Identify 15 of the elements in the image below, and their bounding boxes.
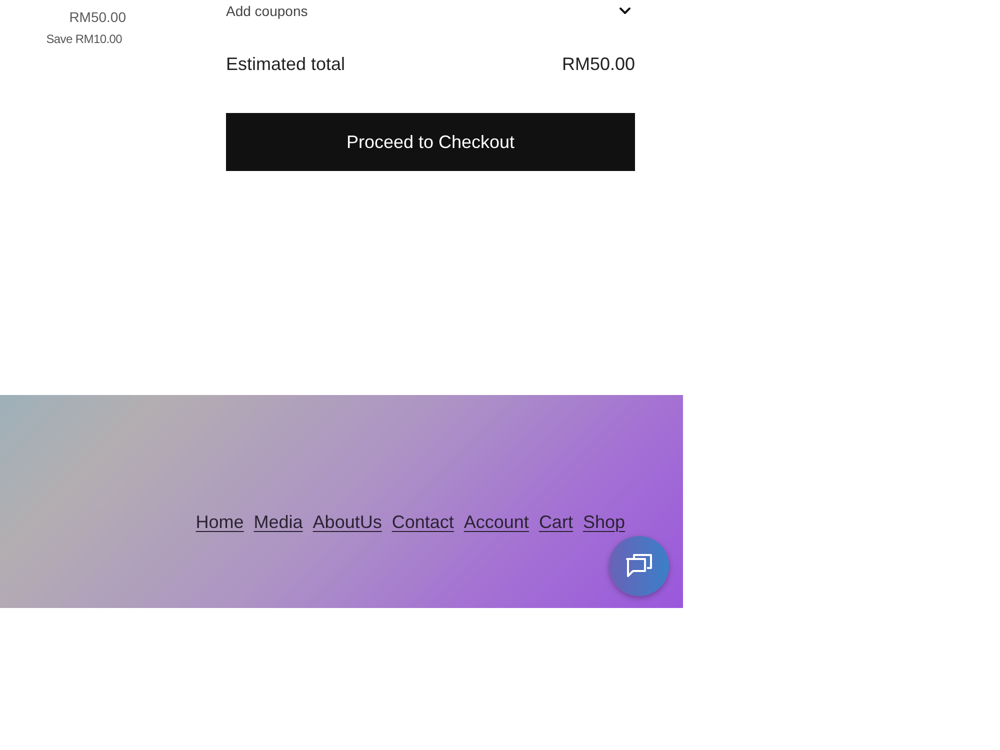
checkout-button[interactable]: Proceed to Checkout — [226, 113, 635, 171]
chat-bubbles-icon — [625, 553, 653, 579]
item-price: RM50.00 — [69, 8, 126, 27]
footer-link[interactable]: Media — [254, 510, 303, 534]
footer-link[interactable]: Contact — [392, 510, 454, 534]
savings-text: Save RM10.00 — [46, 31, 122, 47]
footer-link[interactable]: Cart — [538, 510, 573, 534]
footer-link[interactable]: Shop — [582, 510, 625, 534]
add-coupons-toggle[interactable]: Add coupons — [226, 0, 635, 22]
footer-link[interactable]: Home — [196, 510, 244, 534]
footer-link[interactable]: AboutUs — [312, 510, 382, 534]
estimated-total-label: Estimated total — [226, 52, 346, 76]
footer-link[interactable]: Account — [464, 510, 529, 534]
chevron-icon — [619, 7, 631, 15]
estimated-total-value: RM50.00 — [562, 52, 635, 76]
